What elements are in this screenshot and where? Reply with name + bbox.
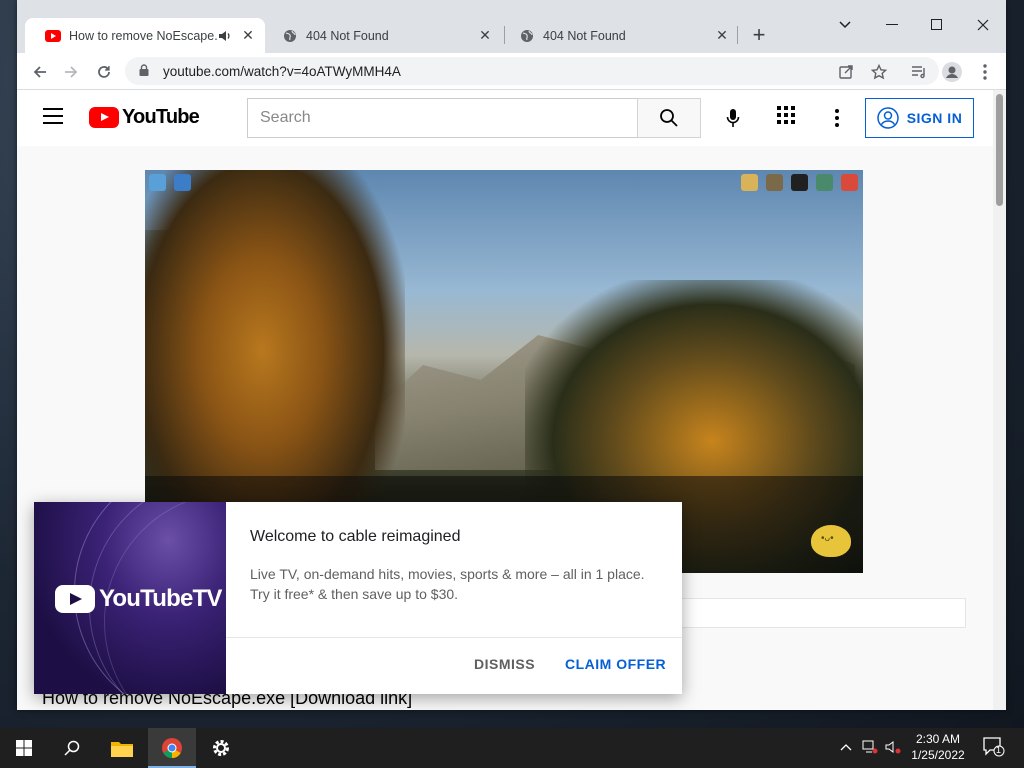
network-icon[interactable]	[862, 740, 878, 757]
audio-playing-icon[interactable]	[217, 28, 233, 44]
tab-youtube[interactable]: How to remove NoEscape.ex ✕	[25, 18, 265, 53]
clock-time: 2:30 AM	[915, 732, 961, 746]
system-clock[interactable]: 2:30 AM 1/25/2022	[905, 731, 971, 763]
maximize-icon[interactable]	[922, 10, 952, 40]
promo-text-line: Live TV, on-demand hits, movies, sports …	[250, 566, 645, 582]
reload-icon[interactable]	[90, 58, 118, 86]
tab-separator	[737, 26, 738, 44]
tab-strip: How to remove NoEscape.ex ✕ 404 Not Foun…	[17, 0, 1006, 53]
settings-more-icon[interactable]	[827, 104, 847, 132]
profile-avatar-icon[interactable]	[938, 58, 966, 86]
tab-close-icon[interactable]: ✕	[239, 27, 257, 45]
search-placeholder: Search	[260, 109, 311, 126]
clock-date: 1/25/2022	[911, 748, 965, 762]
show-hidden-icons-chevron-icon[interactable]	[840, 740, 852, 754]
youtube-tv-logo-text: YouTubeTV	[99, 585, 222, 612]
globe-icon	[282, 28, 298, 44]
promo-divider	[226, 637, 682, 638]
globe-icon	[519, 28, 535, 44]
minimize-icon[interactable]	[877, 10, 907, 40]
youtube-tv-logo: YouTubeTV	[55, 585, 222, 613]
tab-title: 404 Not Found	[543, 28, 626, 43]
promo-body: Welcome to cable reimagined Live TV, on-…	[226, 502, 682, 694]
comment-input[interactable]	[677, 598, 966, 628]
search-button[interactable]	[637, 98, 701, 138]
tab-404-1[interactable]: 404 Not Found ✕	[262, 18, 502, 53]
youtube-tv-promo-dialog: YouTubeTV Welcome to cable reimagined Li…	[34, 502, 682, 694]
youtube-header: YouTube Search SIGN IN	[17, 90, 993, 146]
video-mascot-image	[811, 525, 851, 557]
search-input[interactable]: Search	[247, 98, 638, 138]
youtube-logo[interactable]: YouTube	[89, 106, 200, 129]
promo-text-line: Try it free* & then save up to $30.	[250, 586, 459, 602]
page-scrollbar[interactable]	[993, 90, 1006, 710]
url-text: youtube.com/watch?v=4oATWyMMH4A	[163, 63, 401, 79]
youtube-play-icon	[89, 107, 119, 128]
chrome-menu-icon[interactable]	[971, 58, 999, 86]
claim-offer-button[interactable]: CLAIM OFFER	[565, 656, 666, 672]
dismiss-button[interactable]: DISMISS	[474, 656, 535, 672]
settings-gear-icon[interactable]	[197, 728, 245, 768]
address-bar[interactable]: youtube.com/watch?v=4oATWyMMH4A	[125, 57, 939, 85]
file-explorer-icon[interactable]	[98, 728, 146, 768]
lock-icon[interactable]	[139, 63, 153, 79]
hamburger-menu-icon[interactable]	[43, 108, 63, 126]
taskbar: 2:30 AM 1/25/2022 1	[0, 728, 1024, 768]
forward-arrow-icon[interactable]	[57, 58, 85, 86]
promo-text: Live TV, on-demand hits, movies, sports …	[250, 564, 660, 604]
notification-count: 1	[996, 745, 1002, 755]
sign-in-button[interactable]: SIGN IN	[865, 98, 974, 138]
volume-muted-icon[interactable]	[885, 740, 901, 757]
search-icon	[660, 109, 678, 127]
windows-start-icon[interactable]	[0, 728, 48, 768]
close-window-icon[interactable]	[968, 10, 998, 40]
tab-close-icon[interactable]: ✕	[713, 27, 731, 45]
tab-close-icon[interactable]: ✕	[476, 27, 494, 45]
taskbar-search-icon[interactable]	[48, 728, 96, 768]
sign-in-label: SIGN IN	[906, 110, 963, 126]
voice-search-mic-icon[interactable]	[717, 102, 749, 134]
tab-title: 404 Not Found	[306, 28, 389, 43]
browser-toolbar: youtube.com/watch?v=4oATWyMMH4A	[17, 53, 1006, 90]
notification-center-icon[interactable]: 1	[983, 737, 1005, 760]
chrome-taskbar-icon[interactable]	[148, 728, 196, 768]
youtube-favicon-icon	[45, 28, 61, 44]
youtube-tv-play-icon	[55, 585, 95, 613]
account-icon	[876, 107, 899, 129]
tab-title: How to remove NoEscape.ex	[69, 28, 217, 43]
video-desktop-icons-right	[741, 174, 858, 191]
tab-404-2[interactable]: 404 Not Found ✕	[499, 18, 739, 53]
promo-art: YouTubeTV	[34, 502, 226, 694]
video-desktop-icons-left	[149, 174, 191, 191]
bookmark-star-icon[interactable]	[865, 58, 893, 86]
share-icon[interactable]	[832, 58, 860, 86]
youtube-logo-text: YouTube	[122, 106, 200, 128]
apps-grid-icon[interactable]	[777, 106, 801, 130]
new-tab-plus-icon[interactable]: +	[747, 24, 771, 48]
tab-search-chevron-icon[interactable]	[830, 10, 860, 40]
scrollbar-thumb[interactable]	[996, 94, 1003, 206]
promo-title: Welcome to cable reimagined	[250, 528, 461, 545]
back-arrow-icon[interactable]	[26, 58, 54, 86]
reading-list-icon[interactable]	[905, 58, 933, 86]
